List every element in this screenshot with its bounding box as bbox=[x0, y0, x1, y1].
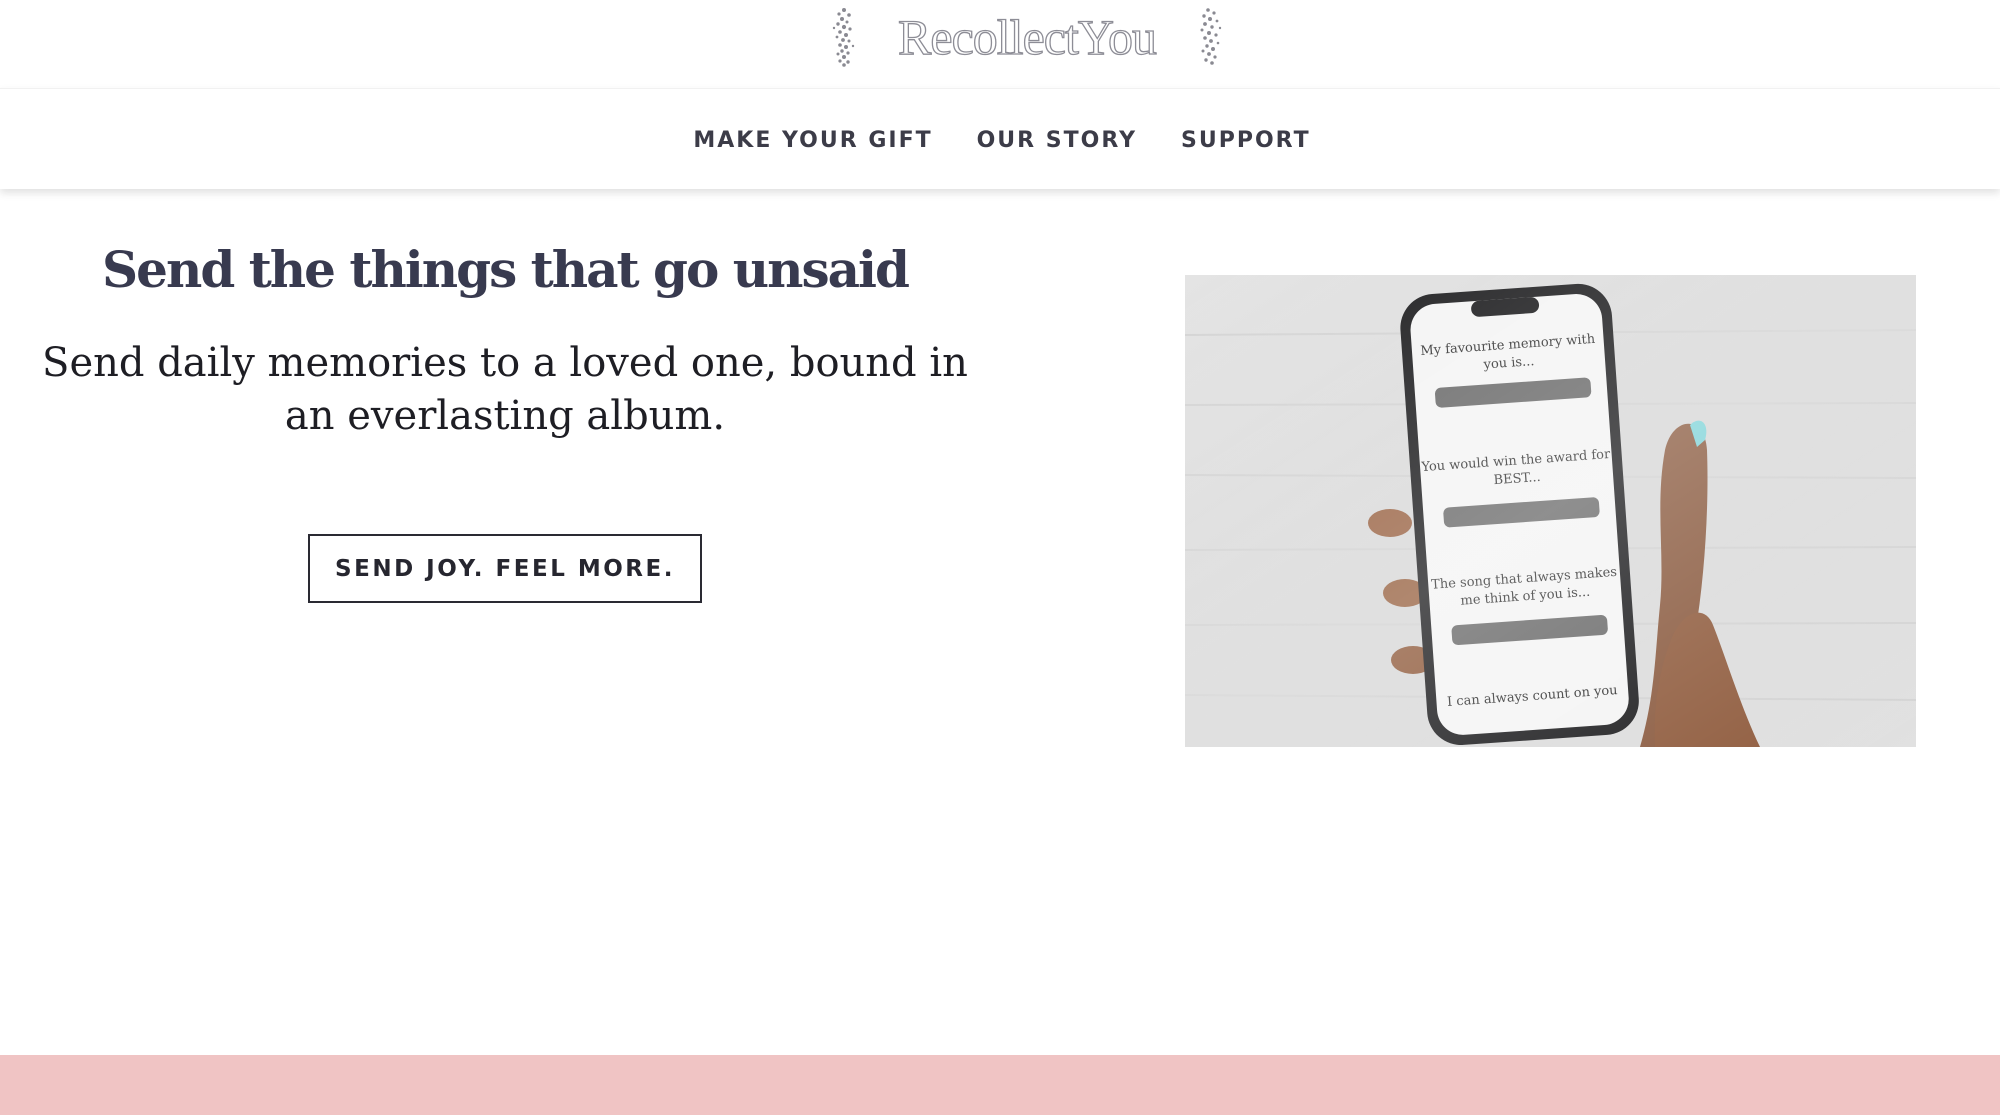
hero-phone-image: My favourite memory with you is... You w… bbox=[1185, 275, 1916, 747]
footer-band bbox=[0, 1055, 2000, 1115]
brand-wordmark: RecollectYou bbox=[897, 8, 1157, 65]
logo-left-ornament-icon bbox=[832, 8, 855, 67]
nav-menu: MAKE YOUR GIFT OUR STORY SUPPORT bbox=[671, 128, 1332, 153]
hero-title: Send the things that go unsaid bbox=[102, 240, 910, 299]
nav-item-support[interactable]: SUPPORT bbox=[1181, 128, 1311, 153]
nav-item-make-your-gift[interactable]: MAKE YOUR GIFT bbox=[693, 128, 932, 153]
nav-item-our-story[interactable]: OUR STORY bbox=[977, 128, 1137, 153]
brand-logo[interactable]: RecollectYou bbox=[824, 6, 1230, 68]
logo-right-ornament-icon bbox=[1200, 8, 1222, 65]
logo-bar: RecollectYou bbox=[0, 0, 2000, 86]
main-nav: MAKE YOUR GIFT OUR STORY SUPPORT bbox=[0, 88, 2000, 189]
hero-text-section: Send the things that go unsaid Send dail… bbox=[0, 240, 1010, 443]
hero-subtitle: Send daily memories to a loved one, boun… bbox=[42, 340, 968, 439]
cta-button[interactable]: SEND JOY. FEEL MORE. bbox=[308, 534, 702, 603]
